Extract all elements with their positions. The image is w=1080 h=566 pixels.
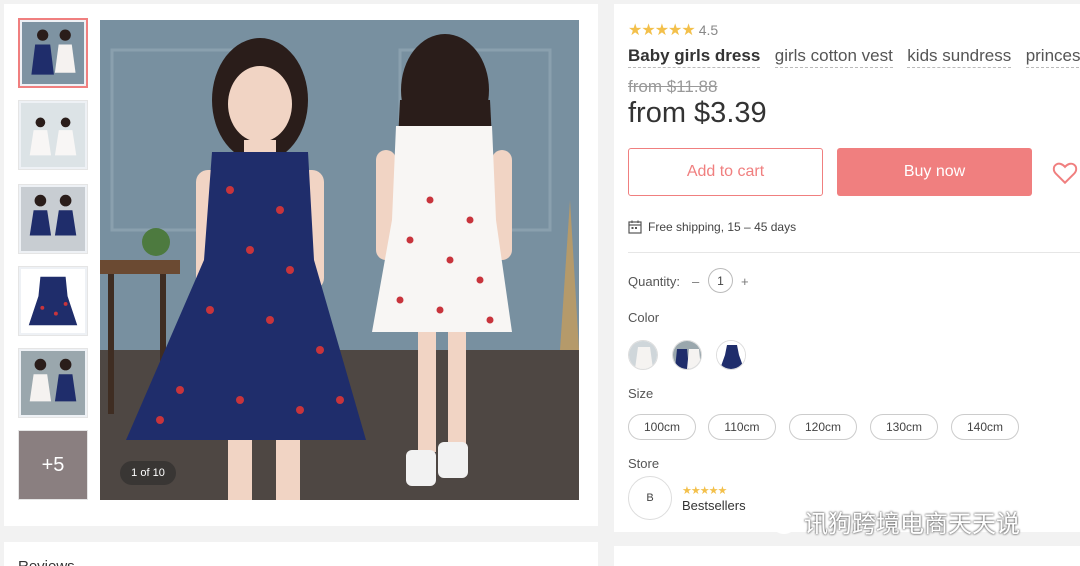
tag-girls-cotton-vest[interactable]: girls cotton vest xyxy=(774,46,893,68)
more-images-button[interactable]: +5 xyxy=(18,430,88,500)
quantity-label: Quantity: xyxy=(628,274,681,289)
store-label: Store xyxy=(628,456,660,471)
shipping-text: Free shipping, 15 – 45 days xyxy=(648,220,797,234)
color-swatch-mixed[interactable] xyxy=(672,340,702,370)
current-price: from $3.39 xyxy=(628,97,767,129)
product-photo xyxy=(100,20,579,500)
tag-princess[interactable]: princess xyxy=(1025,46,1080,68)
watermark: 讯狗跨境电商天天说 xyxy=(760,504,1020,539)
thumbnail-4[interactable] xyxy=(18,266,88,336)
swatch-image xyxy=(629,341,657,369)
swatch-image xyxy=(717,341,745,369)
store-logo[interactable]: B xyxy=(628,476,672,520)
bottom-right-card xyxy=(614,546,1080,566)
store-name[interactable]: Bestsellers xyxy=(682,498,746,513)
thumbnail-image xyxy=(22,22,84,84)
heart-icon[interactable] xyxy=(1052,160,1078,186)
divider xyxy=(628,252,1080,253)
thumbnail-image xyxy=(21,269,85,333)
color-swatch-navy[interactable] xyxy=(716,340,746,370)
tag-kids-sundress[interactable]: kids sundress xyxy=(907,46,1012,68)
more-images-label: +5 xyxy=(41,453,65,476)
size-option-110cm[interactable]: 110cm xyxy=(708,414,776,440)
reviews-heading: Reviews xyxy=(18,558,75,566)
thumbnail-image xyxy=(21,103,85,167)
quantity-increase-button[interactable]: + xyxy=(741,274,749,289)
size-option-100cm[interactable]: 100cm xyxy=(628,414,696,440)
image-counter: 1 of 10 xyxy=(120,461,176,485)
old-price: from $11.88 xyxy=(628,77,718,96)
store-rating-stars: ★★★★★ xyxy=(682,485,727,497)
add-to-cart-button[interactable]: Add to cart xyxy=(628,148,823,196)
wechat-icon xyxy=(761,507,795,534)
size-option-140cm[interactable]: 140cm xyxy=(951,414,1019,440)
shipping-info: Free shipping, 15 – 45 days xyxy=(628,220,796,234)
product-gallery: +5 1 of 10 xyxy=(4,4,598,526)
swatch-image xyxy=(673,341,701,369)
color-label: Color xyxy=(628,310,660,325)
thumbnail-2[interactable] xyxy=(18,100,88,170)
product-info: ★★★★★ 4.5 Baby girls dress girls cotton … xyxy=(614,4,1080,532)
product-title-tags: Baby girls dress girls cotton vest kids … xyxy=(628,46,1080,68)
thumbnail-5[interactable] xyxy=(18,348,88,418)
thumbnail-1[interactable] xyxy=(18,18,88,88)
quantity-value[interactable]: 1 xyxy=(708,268,733,293)
watermark-text: 讯狗跨境电商天天说 xyxy=(804,511,1020,538)
thumbnail-3[interactable] xyxy=(18,184,88,254)
rating-value: 4.5 xyxy=(698,22,719,38)
rating-stars: ★★★★★ xyxy=(628,22,696,39)
thumbnail-image xyxy=(21,187,85,251)
thumbnail-image xyxy=(21,351,85,415)
size-label: Size xyxy=(628,386,654,401)
product-rating[interactable]: ★★★★★ 4.5 xyxy=(628,20,718,40)
size-option-120cm[interactable]: 120cm xyxy=(789,414,857,440)
reviews-section: Reviews xyxy=(4,542,598,566)
tag-baby-girls-dress[interactable]: Baby girls dress xyxy=(628,46,761,68)
size-option-130cm[interactable]: 130cm xyxy=(870,414,938,440)
main-product-image[interactable] xyxy=(100,20,579,500)
quantity-decrease-button[interactable]: – xyxy=(692,274,699,289)
calendar-icon xyxy=(628,220,642,234)
buy-now-button[interactable]: Buy now xyxy=(837,148,1032,196)
color-swatch-white[interactable] xyxy=(628,340,658,370)
